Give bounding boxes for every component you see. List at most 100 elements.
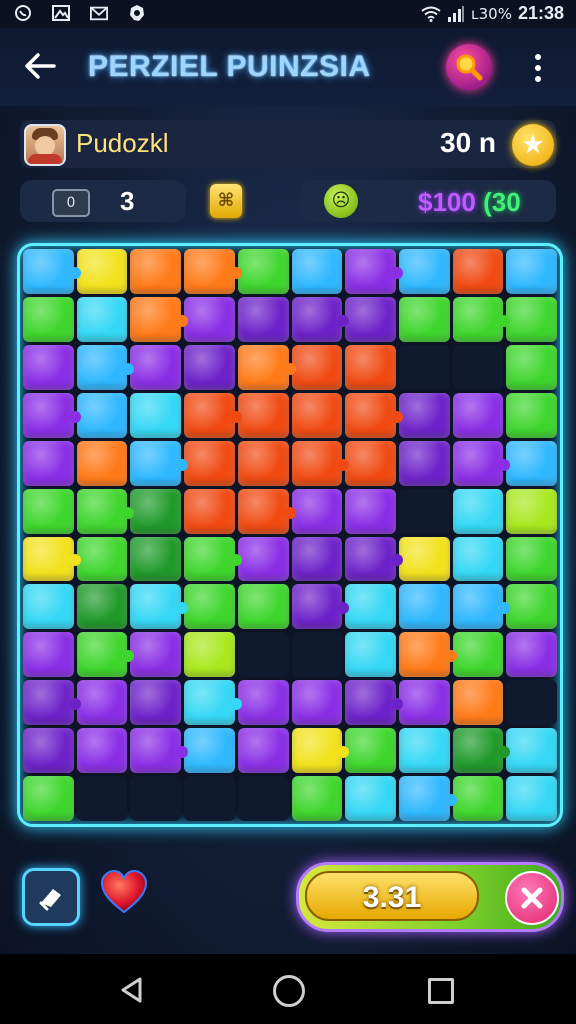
nav-back-icon[interactable] [118,976,146,1004]
puzzle-tile[interactable] [452,296,511,342]
puzzle-tile[interactable] [291,440,350,486]
puzzle-tile[interactable] [452,680,504,726]
puzzle-tile[interactable] [345,249,403,294]
puzzle-tile[interactable] [345,440,396,486]
nav-home-icon[interactable] [273,975,305,1007]
avatar[interactable] [24,124,66,166]
puzzle-tile[interactable] [76,488,135,534]
puzzle-tile[interactable] [184,344,235,390]
puzzle-tile[interactable] [76,536,128,582]
search-button[interactable] [446,44,492,90]
puzzle-tile[interactable] [76,680,128,726]
puzzle-tile[interactable] [452,776,504,821]
back-button[interactable] [22,48,58,84]
puzzle-tile[interactable] [76,344,135,390]
puzzle-tile[interactable] [452,632,504,678]
puzzle-tile[interactable] [506,584,557,630]
puzzle-tile[interactable] [237,680,289,726]
puzzle-tile[interactable] [237,536,289,582]
puzzle-tile[interactable] [452,536,504,582]
puzzle-tile[interactable] [237,488,296,534]
puzzle-tile[interactable] [237,344,296,390]
puzzle-tile[interactable] [506,776,557,821]
puzzle-tile[interactable] [398,632,457,678]
puzzle-tile[interactable] [291,536,343,582]
puzzle-tile[interactable] [23,584,74,630]
puzzle-tile[interactable] [23,249,81,294]
puzzle-tile[interactable] [398,249,450,294]
puzzle-tile[interactable] [23,296,74,342]
puzzle-tile[interactable] [76,440,128,486]
puzzle-tile[interactable] [76,728,128,774]
puzzle-tile[interactable] [184,728,235,774]
puzzle-tile[interactable] [237,296,289,342]
puzzle-tile[interactable] [506,440,557,486]
puzzle-tile[interactable] [130,536,182,582]
puzzle-tile[interactable] [291,488,343,534]
puzzle-tile[interactable] [130,632,182,678]
puzzle-tile[interactable] [184,440,235,486]
puzzle-tile[interactable] [452,728,511,774]
puzzle-tile[interactable] [345,488,396,534]
star-icon[interactable]: ★ [512,124,554,166]
puzzle-tile[interactable] [398,776,457,821]
puzzle-tile[interactable] [291,249,343,294]
puzzle-tile[interactable] [291,584,350,630]
puzzle-tile[interactable] [452,440,511,486]
puzzle-tile[interactable] [506,296,557,342]
puzzle-tile[interactable] [291,392,343,438]
puzzle-tile[interactable] [237,440,289,486]
puzzle-tile[interactable] [130,680,182,726]
puzzle-tile[interactable] [398,440,450,486]
bag-icon[interactable]: ⌘ [210,184,242,218]
puzzle-tile[interactable] [506,728,557,774]
puzzle-tile[interactable] [130,728,189,774]
hint-button[interactable] [22,868,80,926]
puzzle-tile[interactable] [23,776,74,821]
puzzle-tile[interactable] [184,536,242,582]
puzzle-tile[interactable] [291,344,343,390]
puzzle-tile[interactable] [452,392,504,438]
puzzle-tile[interactable] [237,728,289,774]
close-button[interactable] [505,871,559,925]
more-options-button[interactable] [526,48,550,88]
puzzle-tile[interactable] [452,584,511,630]
puzzle-tile[interactable] [291,296,350,342]
puzzle-tile[interactable] [130,296,189,342]
puzzle-tile[interactable] [506,392,557,438]
puzzle-tile[interactable] [506,536,557,582]
puzzle-tile[interactable] [130,584,189,630]
puzzle-tile[interactable] [76,584,128,630]
puzzle-tile[interactable] [184,392,242,438]
puzzle-tile[interactable] [184,296,235,342]
puzzle-tile[interactable] [398,728,450,774]
puzzle-tile[interactable] [398,680,450,726]
puzzle-tile[interactable] [291,680,343,726]
puzzle-tile[interactable] [237,392,289,438]
puzzle-tile[interactable] [398,296,450,342]
puzzle-tile[interactable] [76,249,128,294]
puzzle-tile[interactable] [23,536,81,582]
puzzle-tile[interactable] [506,632,557,678]
puzzle-tile[interactable] [345,776,396,821]
puzzle-tile[interactable] [23,440,74,486]
puzzle-tile[interactable] [130,392,182,438]
puzzle-tile[interactable] [23,632,74,678]
puzzle-tile[interactable] [398,536,450,582]
puzzle-tile[interactable] [506,249,557,294]
puzzle-tile[interactable] [23,392,81,438]
puzzle-tile[interactable] [130,344,182,390]
puzzle-tile[interactable] [345,680,403,726]
puzzle-tile[interactable] [345,584,396,630]
nav-recents-icon[interactable] [428,978,454,1004]
puzzle-tile[interactable] [291,776,343,821]
puzzle-tile[interactable] [184,584,235,630]
puzzle-tile[interactable] [76,632,135,678]
puzzle-tile[interactable] [23,680,81,726]
puzzle-tile[interactable] [452,488,504,534]
puzzle-tile[interactable] [345,344,396,390]
heart-icon[interactable] [98,866,150,918]
puzzle-tile[interactable] [184,249,242,294]
puzzle-tile[interactable] [345,296,396,342]
puzzle-tile[interactable] [291,728,350,774]
